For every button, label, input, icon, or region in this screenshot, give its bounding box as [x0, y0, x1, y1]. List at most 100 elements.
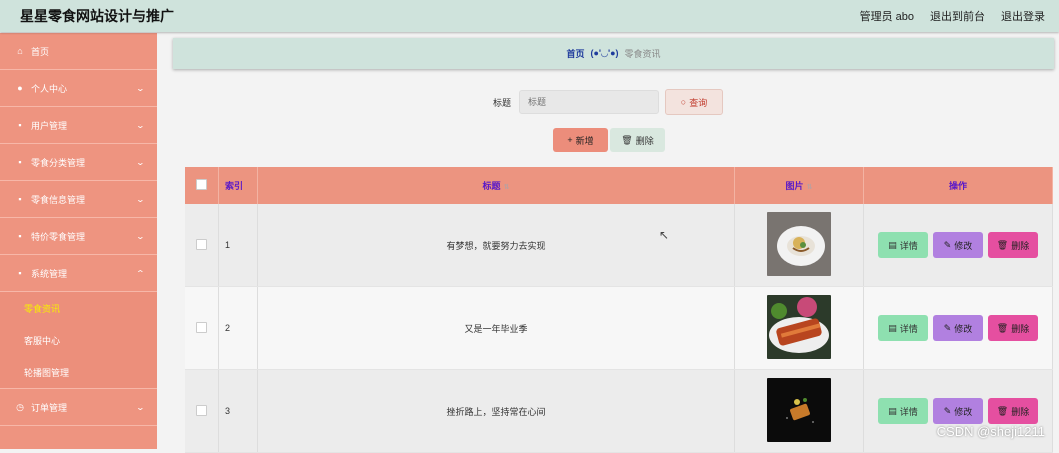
sidebar-item-personal-center[interactable]: ● 个人中心 ⌄: [0, 70, 157, 107]
sidebar-item-label: 零食分类管理: [31, 157, 86, 168]
row-index: 1: [218, 204, 258, 287]
add-button-label: 新增: [575, 135, 594, 146]
header-title[interactable]: 标题 ⇅: [257, 167, 735, 204]
row-actions: ▤ 详情 ✎ 修改 🗑 删除: [863, 286, 1053, 370]
edit-label: 修改: [954, 240, 973, 251]
header-image-label: 图片: [785, 181, 804, 191]
card-icon: ▪: [18, 231, 22, 241]
sidebar-subitem-carousel[interactable]: 轮播图管理: [0, 356, 157, 388]
sort-icon: ⇅: [503, 184, 510, 191]
delete-button[interactable]: 🗑 删除: [988, 315, 1038, 341]
query-button-label: 查询: [689, 97, 708, 108]
mouse-cursor-icon: ↖: [659, 228, 670, 242]
row-title: 挫折路上，坚持常在心间: [257, 369, 735, 453]
clipboard-icon: ▪: [18, 268, 22, 278]
chevron-down-icon: ⌄: [135, 120, 146, 130]
sidebar-subitem-snack-news[interactable]: 零食资讯: [0, 292, 157, 324]
detail-button[interactable]: ▤ 详情: [878, 315, 928, 341]
action-bar: + 新增 🗑 删除: [553, 128, 665, 152]
sidebar-item-home[interactable]: ⌂ 首页: [0, 33, 157, 70]
chevron-down-icon: ⌄: [135, 157, 146, 167]
breadcrumb: 首页 (●'◡'●) 零食资讯: [173, 38, 1054, 69]
edit-button[interactable]: ✎ 修改: [933, 315, 983, 341]
sidebar-item-label: 系统管理: [31, 268, 68, 279]
sidebar-item-special-price[interactable]: ▪ 特价零食管理 ⌄: [0, 218, 157, 255]
chevron-down-icon: ⌄: [135, 402, 146, 412]
edit-button[interactable]: ✎ 修改: [933, 232, 983, 258]
detail-button[interactable]: ▤ 详情: [878, 232, 928, 258]
sidebar-item-label: 订单管理: [31, 402, 68, 413]
delete-label: 删除: [1011, 406, 1030, 417]
sidebar-item-label: 零食信息管理: [31, 194, 86, 205]
sidebar-item-user-management[interactable]: ▪ 用户管理 ⌄: [0, 107, 157, 144]
header-actions: 管理员 abo 退出到前台 退出登录: [860, 8, 1045, 24]
exit-to-front-link[interactable]: 退出到前台: [930, 8, 985, 24]
sidebar-item-snack-info[interactable]: ▪ 零食信息管理 ⌄: [0, 181, 157, 218]
site-title: 星星零食网站设计与推广: [20, 8, 174, 24]
clipboard-icon: ▪: [18, 157, 22, 167]
search-input[interactable]: [519, 90, 660, 114]
add-button[interactable]: + 新增: [553, 128, 608, 152]
user-icon: ●: [17, 83, 23, 93]
delete-button[interactable]: 🗑 删除: [988, 232, 1038, 258]
home-icon: ⌂: [17, 46, 23, 56]
row-checkbox-cell: [185, 369, 219, 453]
header-image[interactable]: 图片 ⇅: [734, 167, 864, 204]
row-image-cell: [734, 204, 864, 287]
edit-icon: ✎: [943, 405, 952, 416]
detail-label: 详情: [899, 323, 918, 334]
row-checkbox[interactable]: [196, 321, 207, 333]
food-skewer-image: [767, 295, 831, 359]
row-title: 有梦想，就要努力去实现: [257, 204, 735, 287]
row-checkbox[interactable]: [196, 404, 207, 416]
row-checkbox[interactable]: [196, 238, 207, 250]
clock-icon: ◷: [16, 401, 24, 412]
chevron-down-icon: ⌄: [135, 83, 146, 93]
trash-icon: 🗑: [996, 322, 1009, 333]
query-button[interactable]: ○ 查询: [665, 89, 724, 115]
document-icon: ▤: [888, 405, 897, 416]
batch-delete-button[interactable]: 🗑 删除: [610, 128, 665, 152]
table-row: 1 有梦想，就要努力去实现 ▤ 详情 ✎ 修改 🗑 删除: [185, 204, 1053, 287]
sidebar: ⌂ 首页 ● 个人中心 ⌄ ▪ 用户管理 ⌄ ▪ 零食分类管理 ⌄ ▪ 零食信息…: [0, 33, 157, 449]
search-form: 标题 ○ 查询: [493, 89, 724, 115]
breadcrumb-home[interactable]: 首页: [566, 47, 584, 60]
trash-icon: 🗑: [996, 405, 1009, 416]
delete-button[interactable]: 🗑 删除: [988, 398, 1038, 424]
chevron-down-icon: ⌄: [135, 231, 146, 241]
briefcase-icon: ▪: [18, 194, 22, 204]
header-ops: 操作: [863, 167, 1053, 204]
sidebar-item-orders[interactable]: ◷ 订单管理 ⌄: [0, 388, 157, 426]
watermark: CSDN @sheji1211: [936, 424, 1045, 439]
sidebar-item-category-management[interactable]: ▪ 零食分类管理 ⌄: [0, 144, 157, 181]
detail-button[interactable]: ▤ 详情: [878, 398, 928, 424]
edit-icon: ✎: [943, 239, 952, 250]
edit-button[interactable]: ✎ 修改: [933, 398, 983, 424]
edit-label: 修改: [954, 323, 973, 334]
row-index: 2: [218, 286, 258, 370]
trash-icon: 🗑: [621, 134, 633, 145]
trash-icon: 🗑: [996, 239, 1009, 250]
detail-label: 详情: [899, 406, 918, 417]
sidebar-item-label: 个人中心: [31, 83, 68, 94]
news-table: 索引 标题 ⇅ 图片 ⇅ 操作 1 有梦想，就要努力去实现 ▤ 详情 ✎ 修改 …: [185, 167, 1053, 453]
edit-icon: ✎: [943, 322, 952, 333]
users-icon: ▪: [18, 120, 22, 130]
row-index: 3: [218, 369, 258, 453]
sidebar-subitem-customer-service[interactable]: 客服中心: [0, 324, 157, 356]
sidebar-item-label: 用户管理: [31, 120, 68, 131]
admin-label: 管理员 abo: [859, 11, 914, 23]
food-dark-image: [767, 378, 831, 442]
sidebar-item-system[interactable]: ▪ 系统管理 ⌃: [0, 255, 157, 292]
chevron-down-icon: ⌄: [135, 194, 146, 204]
detail-label: 详情: [899, 240, 918, 251]
row-title: 又是一年毕业季: [257, 286, 735, 370]
top-header-bar: 星星零食网站设计与推广 管理员 abo 退出到前台 退出登录: [0, 0, 1059, 32]
edit-label: 修改: [954, 406, 973, 417]
logout-link[interactable]: 退出登录: [1001, 8, 1045, 24]
select-all-cell: [185, 167, 219, 204]
sort-icon: ⇅: [806, 184, 813, 191]
select-all-checkbox[interactable]: [196, 179, 207, 190]
plus-icon: +: [567, 135, 573, 145]
breadcrumb-emoticon: (●'◡'●): [590, 48, 619, 58]
